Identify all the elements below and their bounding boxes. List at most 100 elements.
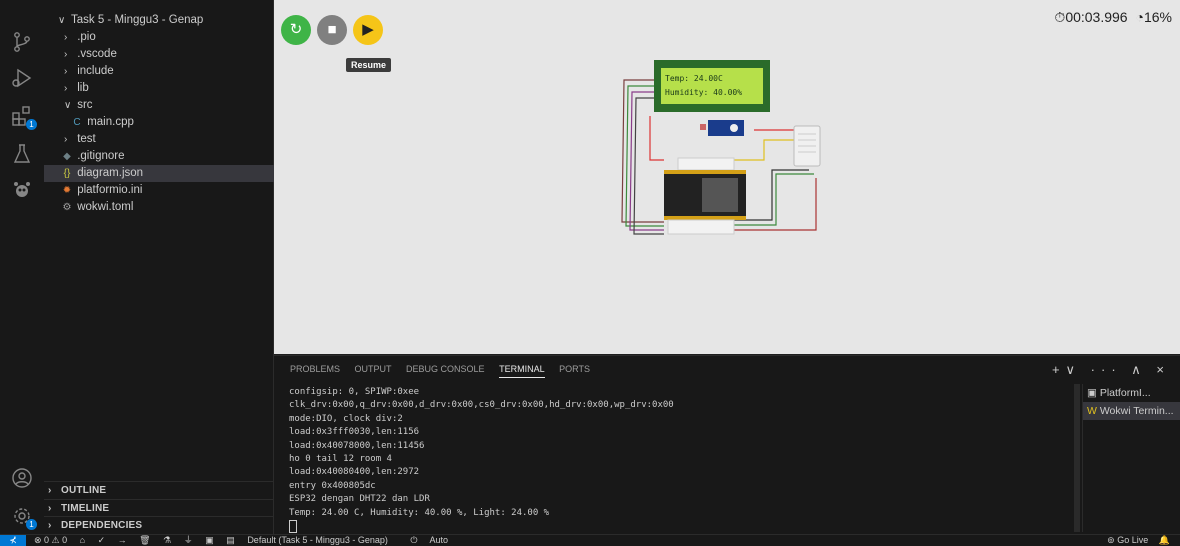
terminal-cursor bbox=[289, 519, 297, 533]
stop-button[interactable]: ■ bbox=[317, 15, 347, 45]
tab-ports[interactable]: PORTS bbox=[559, 364, 590, 377]
terminal-item-platformio[interactable]: ▣ PlatformI... bbox=[1083, 384, 1180, 402]
lcd-line-2: Humidity: 40.00% bbox=[665, 88, 742, 97]
tree-item-lib[interactable]: › lib bbox=[44, 80, 293, 97]
tree-item-label: src bbox=[77, 99, 93, 111]
chevron-right-icon: › bbox=[64, 32, 68, 43]
tree-item-vscode[interactable]: › .vscode bbox=[44, 46, 293, 63]
tree-item-pio[interactable]: › .pio bbox=[44, 29, 293, 46]
go-live-button[interactable]: ⊚ Go Live bbox=[1107, 535, 1148, 545]
dependencies-section[interactable]: › DEPENDENCIES bbox=[44, 516, 273, 535]
panel-actions[interactable]: +∨ ··· ∧ × bbox=[1052, 362, 1170, 378]
tree-item-diagram-json[interactable]: {} diagram.json bbox=[44, 165, 289, 182]
speed-gauge-icon: ◔ bbox=[1135, 9, 1144, 25]
terminal-line: load:0x3fff0030,len:1156 bbox=[289, 427, 420, 438]
restart-button[interactable]: ↻ bbox=[281, 15, 311, 45]
folder-icon: ▤ bbox=[226, 535, 235, 545]
terminal-icon[interactable]: ▣ bbox=[205, 535, 214, 545]
plug-icon: ⏻ bbox=[410, 535, 418, 545]
tree-item-label: include bbox=[77, 65, 114, 77]
upload-arrow-icon[interactable]: → bbox=[118, 535, 127, 545]
chevron-right-icon: › bbox=[48, 520, 52, 531]
tree-item-wokwi-toml[interactable]: ⚙ wokwi.toml bbox=[44, 199, 289, 216]
env-selector[interactable]: ▤ Default (Task 5 - Minggu3 - Genap) bbox=[226, 535, 398, 545]
terminal-line: ESP32 dengan DHT22 dan LDR bbox=[289, 494, 430, 505]
tree-item-label: test bbox=[77, 133, 96, 145]
auto-port-selector[interactable]: ⏻ Auto bbox=[410, 535, 458, 545]
terminal-item-label: Wokwi Termin... bbox=[1099, 405, 1174, 417]
accounts-badge: 1 bbox=[26, 519, 37, 530]
source-control-icon[interactable] bbox=[10, 30, 34, 54]
status-right: ⊚ Go Live 🔔 bbox=[1107, 535, 1170, 546]
restart-icon: ↻ bbox=[289, 21, 303, 38]
tree-item-label: diagram.json bbox=[77, 167, 144, 179]
extensions-icon[interactable]: 1 bbox=[10, 104, 37, 130]
tab-debug-console[interactable]: DEBUG CONSOLE bbox=[406, 364, 485, 377]
tree-item-label: .gitignore bbox=[77, 150, 125, 162]
go-live-label: Go Live bbox=[1117, 535, 1149, 545]
tree-item-test[interactable]: › test bbox=[44, 131, 293, 148]
tree-item-label: main.cpp bbox=[87, 116, 134, 128]
chevron-right-icon: › bbox=[64, 49, 68, 60]
problems-indicator[interactable]: ⊗ 0 ⚠ 0 bbox=[34, 535, 67, 545]
test-flask-icon[interactable]: ⚗ bbox=[163, 535, 171, 545]
lcd-line-1: Temp: 24.00C bbox=[665, 74, 723, 83]
chevron-right-icon: › bbox=[48, 485, 52, 496]
circuit-diagram[interactable]: Temp: 24.00C Humidity: 40.00% bbox=[604, 50, 824, 240]
chevron-right-icon: › bbox=[64, 134, 68, 145]
tab-problems[interactable]: PROBLEMS bbox=[290, 364, 340, 377]
tree-item-gitignore[interactable]: ◆ .gitignore bbox=[44, 148, 289, 165]
wokwi-icon: W bbox=[1087, 405, 1100, 417]
tree-item-label: wokwi.toml bbox=[77, 201, 134, 213]
status-items: ⊗ 0 ⚠ 0 ⌂ ✓ → 🗑 ⚗ ⏚ ▣ ▤ Default (Task 5 … bbox=[34, 535, 468, 546]
build-check-icon[interactable]: ✓ bbox=[98, 535, 106, 545]
tree-item-main-cpp[interactable]: C main.cpp bbox=[44, 114, 299, 131]
run-debug-icon[interactable] bbox=[10, 66, 34, 90]
stopwatch-icon: ⏱ bbox=[1054, 9, 1066, 25]
timer-value: 00:03.996 bbox=[1065, 9, 1128, 25]
platformio-icon[interactable] bbox=[10, 178, 34, 202]
notification-bell-icon[interactable]: 🔔 bbox=[1159, 535, 1170, 545]
home-icon[interactable]: ⌂ bbox=[80, 535, 85, 545]
chevron-right-icon: › bbox=[64, 83, 68, 94]
env-label: Default (Task 5 - Minggu3 - Genap) bbox=[247, 535, 388, 545]
stop-icon: ■ bbox=[327, 21, 337, 38]
json-file-icon: {} bbox=[63, 168, 71, 179]
terminal-line: entry 0x400805dc bbox=[289, 480, 376, 491]
resume-tooltip: Resume bbox=[346, 58, 392, 72]
account-icon[interactable] bbox=[10, 466, 34, 490]
cpp-file-icon: C bbox=[73, 117, 81, 128]
tree-item-src[interactable]: ∨ src bbox=[44, 97, 293, 114]
play-icon: ▶ bbox=[362, 21, 374, 38]
status-bar: ⊀ ⊗ 0 ⚠ 0 ⌂ ✓ → 🗑 ⚗ ⏚ ▣ ▤ Default (Task … bbox=[0, 534, 1180, 546]
remote-indicator[interactable]: ⊀ bbox=[0, 535, 26, 546]
gear-icon: ⚙ bbox=[62, 202, 72, 213]
resume-button[interactable]: ▶ bbox=[353, 15, 383, 45]
clean-trash-icon[interactable]: 🗑 bbox=[139, 535, 150, 545]
explorer-root-folder[interactable]: ∨ Task 5 - Minggu3 - Genap bbox=[44, 12, 287, 29]
explorer-sidebar: ∨ Task 5 - Minggu3 - Genap › .pio › .vsc… bbox=[44, 0, 289, 535]
terminal-item-wokwi[interactable]: W Wokwi Termin... bbox=[1083, 402, 1180, 420]
tree-item-platformio-ini[interactable]: ✹ platformio.ini bbox=[44, 182, 289, 199]
testing-icon[interactable] bbox=[10, 142, 34, 166]
sim-timer: ⏱00:03.996 ◔16% bbox=[1054, 9, 1172, 26]
activity-bar: 1 1 bbox=[0, 0, 45, 534]
section-label: TIMELINE bbox=[60, 503, 110, 514]
terminal-line: mode:DIO, clock div:2 bbox=[289, 413, 403, 424]
section-label: OUTLINE bbox=[60, 485, 107, 496]
tree-item-label: lib bbox=[77, 82, 89, 94]
serial-plug-icon[interactable]: ⏚ bbox=[184, 535, 193, 545]
manage-gear-icon[interactable]: 1 bbox=[10, 504, 37, 530]
tree-item-include[interactable]: › include bbox=[44, 63, 293, 80]
tab-output[interactable]: OUTPUT bbox=[355, 364, 392, 377]
auto-label: Auto bbox=[429, 535, 449, 545]
terminal-scrollbar[interactable] bbox=[1074, 384, 1080, 532]
panel-tabs: PROBLEMS OUTPUT DEBUG CONSOLE TERMINAL P… bbox=[290, 364, 602, 384]
tab-terminal[interactable]: TERMINAL bbox=[499, 364, 545, 378]
terminal-output[interactable]: configsip: 0, SPIWP:0xee clk_drv:0x00,q_… bbox=[289, 386, 1069, 533]
section-label: DEPENDENCIES bbox=[60, 520, 143, 531]
bottom-panel: PROBLEMS OUTPUT DEBUG CONSOLE TERMINAL P… bbox=[274, 355, 1180, 535]
extensions-badge: 1 bbox=[26, 119, 37, 130]
chevron-down-icon: ∨ bbox=[58, 15, 66, 26]
outline-section[interactable]: › OUTLINE bbox=[44, 481, 273, 500]
